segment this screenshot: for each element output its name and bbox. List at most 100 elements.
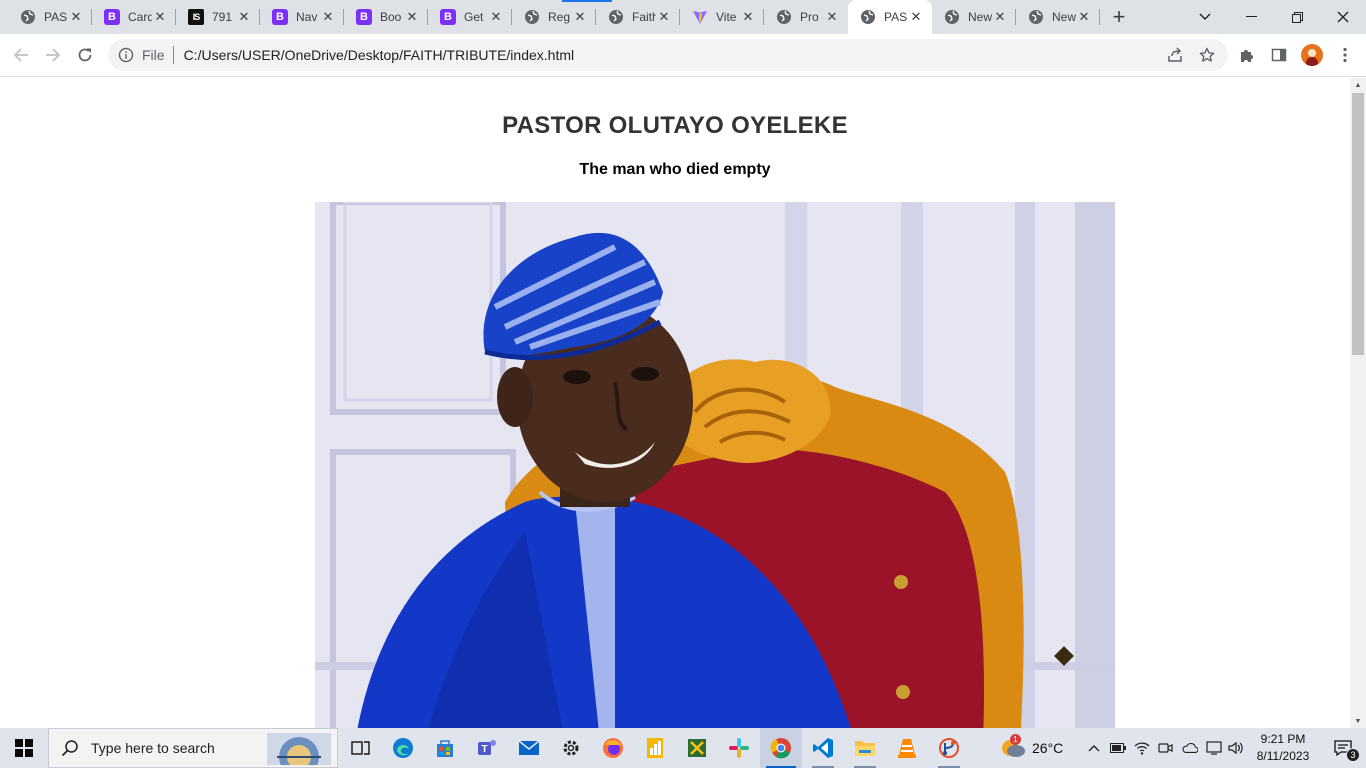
address-bar[interactable]: File C:/Users/USER/OneDrive/Desktop/FAIT…: [108, 39, 1228, 71]
restore-button[interactable]: [1274, 0, 1320, 34]
url-text[interactable]: C:/Users/USER/OneDrive/Desktop/FAITH/TRI…: [184, 47, 575, 63]
tab-title: Get: [464, 10, 484, 24]
browser-tab[interactable]: Vite ✕: [680, 0, 764, 34]
page-subtitle: The man who died empty: [579, 161, 771, 178]
back-button[interactable]: [6, 40, 36, 70]
forward-button[interactable]: [38, 40, 68, 70]
browser-tab[interactable]: PAS ✕: [848, 0, 932, 34]
weather-widget[interactable]: 1 26°C: [996, 728, 1066, 768]
tab-close-button[interactable]: ✕: [908, 9, 924, 25]
profile-button[interactable]: [1297, 40, 1327, 70]
search-highlight-icon: [267, 733, 331, 765]
microsoft-store-icon: [434, 737, 456, 759]
taskbar-app-sheets[interactable]: [634, 728, 676, 768]
taskbar-app-task-view[interactable]: [340, 728, 382, 768]
page-scrollbar[interactable]: ▲ ▼: [1350, 78, 1366, 728]
portrait-photo: [315, 202, 1115, 728]
volume-icon[interactable]: [1228, 740, 1244, 756]
scroll-thumb[interactable]: [1352, 93, 1364, 355]
tab-search-button[interactable]: [1182, 0, 1228, 34]
site-info-button[interactable]: File: [118, 39, 173, 71]
tab-close-button[interactable]: ✕: [152, 9, 168, 25]
taskbar-app-vscode[interactable]: [802, 728, 844, 768]
chevron-up-icon: [1088, 745, 1100, 752]
display-icon[interactable]: [1206, 740, 1222, 756]
chrome-icon: [770, 737, 792, 759]
browser-tab[interactable]: B Nav ✕: [260, 0, 344, 34]
share-button[interactable]: [1160, 40, 1190, 70]
tab-title: Pro: [800, 10, 819, 24]
page-title: PASTOR OLUTAYO OYELEKE: [502, 112, 848, 139]
browser-tab[interactable]: Faith ✕: [596, 0, 680, 34]
tab-title: Boo: [380, 10, 402, 24]
taskbar-app-file-explorer[interactable]: [844, 728, 886, 768]
reload-icon: [78, 48, 92, 62]
browser-tab[interactable]: B Card ✕: [92, 0, 176, 34]
taskbar-app-git-tool[interactable]: [928, 728, 970, 768]
battery-icon[interactable]: [1110, 740, 1126, 756]
taskbar-app-vlc[interactable]: [886, 728, 928, 768]
taskbar-app-teams[interactable]: T: [466, 728, 508, 768]
bootstrap-icon: B: [356, 9, 372, 25]
extensions-button[interactable]: [1232, 40, 1262, 70]
browser-tab[interactable]: New ✕: [932, 0, 1016, 34]
start-button[interactable]: [0, 728, 48, 768]
weather-badge: 1: [1010, 734, 1021, 745]
globe-icon: [20, 9, 36, 25]
tab-close-button[interactable]: ✕: [488, 9, 504, 25]
tab-title: Card: [128, 10, 152, 24]
notification-count: 3: [1346, 748, 1360, 762]
bookmark-button[interactable]: [1192, 40, 1222, 70]
tab-list: PAS ✕ B Card ✕ IS 791 ✕ B Nav ✕ B Boo ✕ B Get ✕ Reg ✕ Faith…: [8, 0, 1100, 34]
clock-time: 9:21 PM: [1260, 732, 1306, 746]
browser-tab[interactable]: Pro ✕: [764, 0, 848, 34]
minimize-button[interactable]: [1228, 0, 1274, 34]
browser-tab[interactable]: B Get ✕: [428, 0, 512, 34]
browser-menu-button[interactable]: [1330, 40, 1360, 70]
taskbar-app-mail[interactable]: [508, 728, 550, 768]
tab-close-button[interactable]: ✕: [824, 9, 840, 25]
tab-close-button[interactable]: ✕: [572, 9, 588, 25]
browser-tab[interactable]: PAS ✕: [8, 0, 92, 34]
meet-now-icon[interactable]: [1158, 740, 1174, 756]
taskbar-search-box[interactable]: Type here to search: [48, 728, 338, 768]
task-view-icon: [351, 739, 371, 757]
taskbar-app-settings[interactable]: [550, 728, 592, 768]
taskbar-app-chrome[interactable]: [760, 728, 802, 768]
onedrive-icon[interactable]: [1182, 740, 1198, 756]
taskbar-app-edge[interactable]: [382, 728, 424, 768]
tab-close-button[interactable]: ✕: [404, 9, 420, 25]
scroll-down-button[interactable]: ▼: [1350, 714, 1366, 728]
tab-title: PAS: [44, 10, 68, 24]
tab-close-button[interactable]: ✕: [740, 9, 756, 25]
tab-close-button[interactable]: ✕: [656, 9, 672, 25]
tab-close-button[interactable]: ✕: [236, 9, 252, 25]
puzzle-icon: [1241, 50, 1253, 62]
browser-tab[interactable]: Reg ✕: [512, 0, 596, 34]
wifi-icon[interactable]: [1134, 740, 1150, 756]
tab-close-button[interactable]: ✕: [1076, 9, 1092, 25]
taskbar-app-slack[interactable]: [718, 728, 760, 768]
new-tab-button[interactable]: +: [1106, 4, 1132, 29]
side-panel-button[interactable]: [1264, 40, 1294, 70]
tab-close-button[interactable]: ✕: [992, 9, 1008, 25]
browser-tab[interactable]: New ✕: [1016, 0, 1100, 34]
taskbar-app-firefox[interactable]: [592, 728, 634, 768]
browser-tab[interactable]: IS 791 ✕: [176, 0, 260, 34]
mail-icon: [518, 739, 540, 757]
notification-center-button[interactable]: 3: [1320, 728, 1366, 768]
taskbar-app-snipping-tool[interactable]: [676, 728, 718, 768]
tab-close-button[interactable]: ✕: [320, 9, 336, 25]
globe-icon: [944, 9, 960, 25]
taskbar-app-microsoft-store[interactable]: [424, 728, 466, 768]
vlc-icon: [896, 737, 918, 759]
reload-button[interactable]: [70, 40, 100, 70]
taskbar-clock[interactable]: 9:21 PM 8/11/2023: [1246, 731, 1320, 765]
tab-close-button[interactable]: ✕: [68, 9, 84, 25]
tab-title: Reg: [548, 10, 571, 24]
close-window-button[interactable]: [1320, 0, 1366, 34]
browser-tab[interactable]: B Boo ✕: [344, 0, 428, 34]
show-hidden-icons-button[interactable]: [1086, 740, 1102, 756]
scroll-up-button[interactable]: ▲: [1350, 78, 1366, 92]
file-explorer-icon: [854, 738, 876, 758]
